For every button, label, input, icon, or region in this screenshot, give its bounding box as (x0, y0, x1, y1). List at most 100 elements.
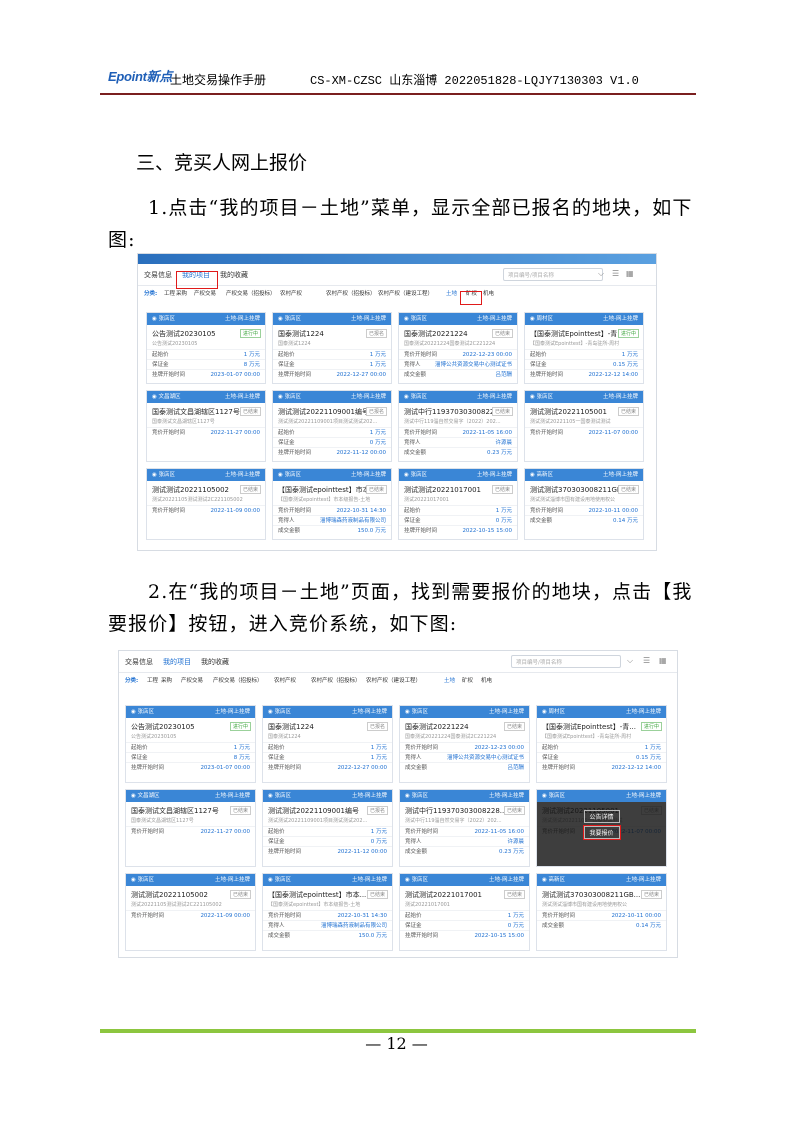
card-field: 起始价 1 万元 (525, 349, 643, 359)
category-item[interactable]: 农村产权（建设工程） (366, 676, 421, 684)
card-type: 土地-网上挂牌 (215, 877, 250, 883)
card-title: 国泰测试20221224 已结束 (399, 325, 517, 339)
announcement-detail-button[interactable]: 公告详情 (583, 810, 620, 823)
land-card[interactable]: ◉ 张店区 土地-网上挂牌 测试中行119370303008228... 已结束 测试中… (399, 789, 530, 867)
category-item[interactable]: 农村产权（建设工程） (378, 289, 433, 297)
land-card[interactable]: ◉ 高新区 土地-网上挂牌 测试测试370303008211GB... 已结束 测试测试… (524, 468, 644, 540)
card-header: ◉ 张店区 土地-网上挂牌 (147, 313, 265, 325)
category-item[interactable]: 工程 (147, 676, 158, 684)
land-card[interactable]: ◉ 张店区 土地-网上挂牌 【国泰测试epointtest】市本... 已结束 【国泰测… (272, 468, 392, 540)
card-title: 【国泰测试epointtest】市本... 已结束 (273, 481, 391, 495)
card-type: 土地-网上挂牌 (603, 472, 638, 478)
grid-view-icon[interactable]: ▦ (626, 269, 634, 278)
card-field: 竞得人 淄博瑞森药液制品有限公司 (273, 515, 391, 525)
land-card[interactable]: ◉ 张店区 土地-网上挂牌 【国泰测试epointtest】市本... 已结束 【国泰测… (262, 873, 393, 951)
card-field: 保证金 0 万元 (400, 920, 529, 930)
category-item[interactable]: 机电 (483, 289, 494, 297)
category-item[interactable]: 产权交易（招投标） (226, 289, 276, 297)
card-header: ◉ 张店区 土地-网上挂牌 (126, 874, 255, 886)
category-item[interactable]: 农村产权（招投标） (311, 676, 361, 684)
category-item[interactable]: 农村产权 (280, 289, 302, 297)
list-view-icon[interactable]: ☰ (643, 656, 650, 665)
field-label: 成交金额 (404, 450, 427, 456)
card-region: ◉ 文昌湖区 (152, 394, 181, 400)
category-item[interactable]: 产权交易 (181, 676, 203, 684)
land-card[interactable]: ◉ 张店区 土地-网上挂牌 公告测试20230105 进行中 公告测试20230105 起… (146, 312, 266, 384)
category-item[interactable]: 产权交易 (194, 289, 216, 297)
card-subtitle: 测试测试淄博市国有建设用地使用权公 (530, 497, 616, 503)
status-badge: 已结束 (503, 806, 525, 815)
category-item[interactable]: 土地 (446, 289, 457, 297)
step-2-text: 2.在“我的项目－土地”页面，找到需要报价的地块，点击【我要报价】按钮，进入竞价… (108, 576, 696, 640)
tab-my-projects[interactable]: 我的项目 (163, 657, 191, 667)
category-item[interactable]: 农村产权 (274, 676, 296, 684)
land-card[interactable]: ◉ 张店区 土地-网上挂牌 测试测试20221017001 已结束 测试20221017… (398, 468, 518, 540)
land-card[interactable]: ◉ 张店区 土地-网上挂牌 国泰测试1224 已报名 国泰测试1224 起始价 1 万元 保证… (262, 705, 393, 783)
grid-view-icon[interactable]: ▦ (659, 656, 667, 665)
land-card[interactable]: ◉ 张店区 土地-网上挂牌 国泰测试1224 已报名 国泰测试1224 起始价 1 万元 保证… (272, 312, 392, 384)
card-subtitle: 【国泰测试Epointtest】-青岛驻所-周村 (530, 341, 620, 347)
category-item[interactable]: 矿权 (462, 676, 473, 684)
step-2-content: 2.在“我的项目－土地”页面，找到需要报价的地块，点击【我要报价】按钮，进入竞价… (108, 581, 693, 635)
land-card[interactable]: ◉ 张店区 土地-网上挂牌 测试测试20221017001 已结束 测试20221017… (399, 873, 530, 951)
category-item[interactable]: 土地 (444, 676, 455, 684)
field-value: 2022-11-12 00:00 (337, 849, 387, 855)
card-type: 土地-网上挂牌 (489, 877, 524, 883)
card-title: 测试测试20221017001 已结束 (400, 886, 529, 900)
filter-icon[interactable]: ⌵ (627, 656, 633, 666)
category-item[interactable]: 产权交易（招投标） (213, 676, 263, 684)
land-card[interactable]: ◉ 周村区 土地-网上挂牌 【国泰测试Epointtest】-青... 进行中 【国泰测… (536, 705, 667, 783)
land-card[interactable]: ◉ 张店区土地-网上挂牌测试测试20221105001已结束测试测试202211… (536, 789, 667, 867)
land-card[interactable]: ◉ 张店区 土地-网上挂牌 测试中行119370303008228... 已结束 测试中… (398, 390, 518, 462)
land-card[interactable]: ◉ 张店区 土地-网上挂牌 测试测试20221105002 已结束 测试20221105… (146, 468, 266, 540)
land-card[interactable]: ◉ 周村区 土地-网上挂牌 【国泰测试Epointtest】-青... 进行中 【国泰测… (524, 312, 644, 384)
card-field: 成交金额 150.0 万元 (263, 930, 392, 940)
card-region: ◉ 高新区 (542, 877, 566, 883)
tab-my-favorites[interactable]: 我的收藏 (220, 270, 248, 280)
land-card[interactable]: ◉ 张店区 土地-网上挂牌 国泰测试20221224 已结束 国泰测试20221224国… (399, 705, 530, 783)
header-divider (100, 93, 696, 95)
land-card[interactable]: ◉ 张店区土地-网上挂牌测试测试20221105001已结束测试测试202211… (524, 390, 644, 462)
card-header: ◉ 张店区 土地-网上挂牌 (399, 469, 517, 481)
filter-icon[interactable]: ⌵ (598, 269, 604, 279)
search-input[interactable]: 项目编号/项目名称 (511, 655, 621, 668)
field-label: 起始价 (278, 430, 295, 436)
land-card[interactable]: ◉ 张店区 土地-网上挂牌 测试测试20221109001编号 已报名 测试测试2022… (262, 789, 393, 867)
field-label: 保证金 (268, 839, 285, 845)
category-item[interactable]: 采购 (161, 676, 172, 684)
card-subtitle: 国泰测试1224 (278, 341, 311, 347)
card-field: 起始价 1 万元 (263, 742, 392, 752)
tab-trading-info[interactable]: 交易信息 (144, 270, 172, 280)
field-label: 挂牌开始时间 (404, 528, 438, 534)
tab-trading-info[interactable]: 交易信息 (125, 657, 153, 667)
category-item[interactable]: 农村产权（招投标） (326, 289, 376, 297)
field-value: 2023-01-07 00:00 (210, 372, 260, 378)
card-header: ◉ 周村区 土地-网上挂牌 (537, 706, 666, 718)
search-input[interactable]: 项目编号/项目名称 (503, 268, 603, 281)
card-field: 挂牌开始时间 2022-12-12 14:00 (525, 369, 643, 379)
list-view-icon[interactable]: ☰ (612, 269, 619, 278)
category-item[interactable]: 机电 (481, 676, 492, 684)
field-label: 竞价开始时间 (152, 508, 186, 514)
category-item[interactable]: 采购 (176, 289, 187, 297)
card-field: 保证金 0.15 万元 (537, 752, 666, 762)
tab-my-favorites[interactable]: 我的收藏 (201, 657, 229, 667)
card-field: 起始价 1 万元 (147, 349, 265, 359)
land-card[interactable]: ◉ 张店区 土地-网上挂牌 公告测试20230105 进行中 公告测试20230105 起… (125, 705, 256, 783)
land-card[interactable]: ◉ 张店区 土地-网上挂牌 国泰测试20221224 已结束 国泰测试20221224国… (398, 312, 518, 384)
bid-button[interactable]: 我要报价 (582, 825, 621, 840)
land-card[interactable]: ◉ 文昌湖区 土地-网上挂牌 国泰测试文昌湖辖区1127号 已结束 国泰测试文昌湖辖区1… (125, 789, 256, 867)
card-field: 成交金额 150.0 万元 (273, 525, 391, 535)
card-field: 挂牌开始时间 2022-12-27 00:00 (263, 762, 392, 772)
card-region: ◉ 张店区 (404, 394, 428, 400)
card-field: 保证金 0 万元 (273, 437, 391, 447)
card-field: 成交金额 吕范酬 (400, 762, 529, 772)
land-card[interactable]: ◉ 张店区 土地-网上挂牌 测试测试20221109001编号 已报名 测试测试2022… (272, 390, 392, 462)
field-label: 成交金额 (542, 923, 565, 929)
land-card[interactable]: ◉ 高新区 土地-网上挂牌 测试测试370303008211GB... 已结束 测试测试… (536, 873, 667, 951)
land-card[interactable]: ◉ 文昌湖区 土地-网上挂牌 国泰测试文昌湖辖区1127号 已结束 国泰测试文昌湖辖区1… (146, 390, 266, 462)
category-item[interactable]: 工程 (164, 289, 175, 297)
land-card[interactable]: ◉ 张店区 土地-网上挂牌 测试测试20221105002 已结束 测试20221105… (125, 873, 256, 951)
card-subtitle: 公告测试20230105 (131, 734, 177, 740)
card-region: ◉ 张店区 (278, 394, 302, 400)
